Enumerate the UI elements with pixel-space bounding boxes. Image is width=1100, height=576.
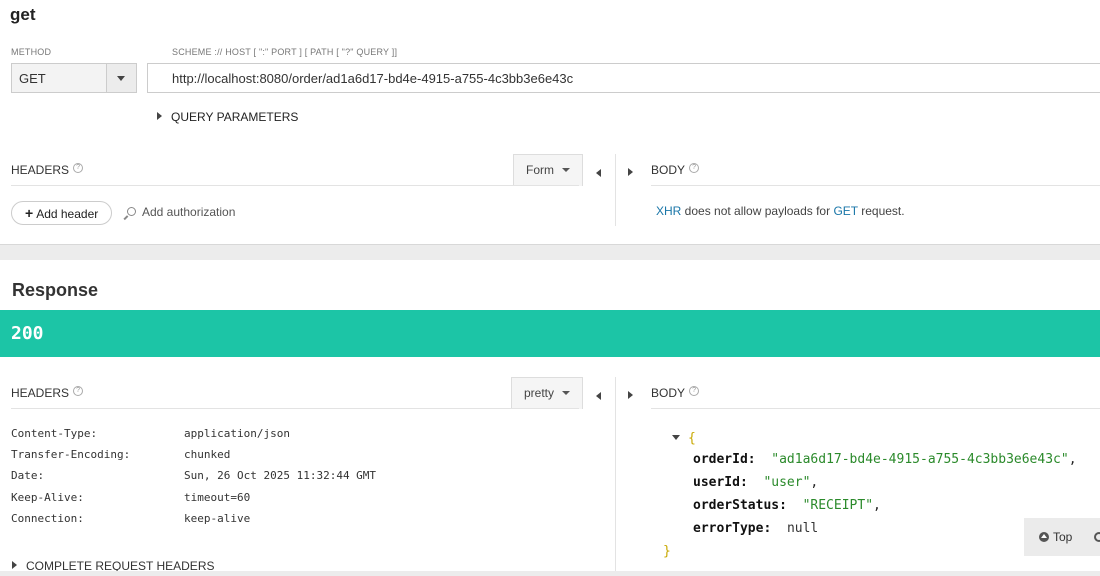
- response-body-title: BODY?: [651, 386, 700, 400]
- chevron-down-icon: [562, 391, 571, 395]
- json-separator: ,: [810, 475, 819, 490]
- json-field: orderStatus: "RECEIPT",: [693, 498, 881, 513]
- query-parameters-label: QUERY PARAMETERS: [171, 110, 299, 124]
- status-bar: 200: [0, 310, 1100, 357]
- method-dropdown-button[interactable]: [106, 64, 136, 92]
- divider: [651, 185, 1100, 186]
- json-separator: ,: [873, 498, 881, 513]
- method-label: METHOD: [11, 47, 52, 57]
- url-format-label: SCHEME :// HOST [ ":" PORT ] [ PATH [ "?…: [172, 47, 398, 57]
- body-note-text: does not allow payloads for: [681, 204, 834, 218]
- json-value: "RECEIPT": [802, 498, 874, 513]
- json-value: "ad1a6d17-bd4e-4915-a755-4c3bb3e6e43c": [771, 452, 1069, 467]
- collapse-left-button[interactable]: [596, 387, 610, 401]
- plus-icon: +: [25, 205, 34, 221]
- json-separator: ,: [1068, 452, 1077, 467]
- expand-right-icon: [628, 391, 633, 399]
- header-name: Transfer-Encoding:: [11, 448, 131, 461]
- header-value: chunked: [184, 448, 231, 461]
- method-select[interactable]: GET: [11, 63, 137, 93]
- header-value: timeout=60: [184, 491, 251, 504]
- add-authorization-link[interactable]: Add authorization: [127, 205, 235, 219]
- method-value: GET: [19, 71, 46, 86]
- request-headers-title: HEADERS?: [11, 163, 84, 177]
- headers-mode-value: Form: [526, 163, 554, 177]
- response-panel: Response 200: [0, 260, 1100, 576]
- url-input[interactable]: [147, 63, 1100, 93]
- top-label: Top: [1053, 530, 1073, 544]
- header-value: Sun, 26 Oct 2025 11:32:44 GMT: [184, 469, 377, 482]
- json-value: "user": [763, 475, 811, 490]
- method-link[interactable]: GET: [833, 204, 857, 218]
- response-headers-title: HEADERS?: [11, 386, 84, 400]
- response-title: Response: [12, 280, 99, 300]
- collapse-left-icon: [596, 392, 601, 400]
- help-icon[interactable]: ?: [689, 386, 700, 396]
- expand-arrow-icon: [12, 561, 17, 569]
- header-name: Connection:: [11, 512, 84, 525]
- help-icon[interactable]: ?: [73, 163, 84, 173]
- key-icon: [127, 207, 136, 216]
- response-headers-label: HEADERS: [11, 386, 70, 400]
- request-title: get: [10, 5, 36, 24]
- expand-right-icon: [628, 168, 633, 176]
- query-parameters-toggle[interactable]: QUERY PARAMETERS: [157, 110, 298, 124]
- response-headers-mode-value: pretty: [524, 386, 555, 400]
- body-note: XHR does not allow payloads for GET requ…: [656, 204, 905, 218]
- request-body-label: BODY: [651, 163, 686, 177]
- request-panel: get METHOD SCHEME :// HOST [ ":" PORT ] …: [0, 0, 1100, 245]
- json-value: null: [786, 521, 819, 536]
- json-close-line: }: [663, 544, 671, 559]
- help-icon[interactable]: ?: [73, 386, 84, 396]
- json-key: orderStatus:: [693, 498, 787, 513]
- header-name: Keep-Alive:: [11, 491, 84, 504]
- bottom-edge: [0, 571, 1100, 576]
- chevron-down-icon: [562, 168, 570, 172]
- add-header-button[interactable]: + Add header: [11, 201, 112, 225]
- help-icon[interactable]: ?: [689, 163, 700, 173]
- expand-right-button[interactable]: [628, 164, 642, 178]
- json-field: errorType: null: [693, 521, 818, 536]
- request-body-title: BODY?: [651, 163, 700, 177]
- expand-arrow-icon: [157, 112, 162, 120]
- request-headers-label: HEADERS: [11, 163, 70, 177]
- collapse-json-icon[interactable]: [672, 435, 680, 440]
- collapse-left-button[interactable]: [596, 164, 610, 178]
- body-note-end: request.: [857, 204, 905, 218]
- response-body-label: BODY: [651, 386, 686, 400]
- panel-divider: [615, 377, 616, 571]
- header-value: application/json: [184, 427, 290, 440]
- collapse-left-icon: [596, 169, 601, 177]
- json-field: orderId: "ad1a6d17-bd4e-4915-a755-4c3bb3…: [693, 452, 1077, 467]
- json-open-line: {: [672, 431, 696, 446]
- json-open-brace: {: [688, 431, 696, 446]
- divider: [11, 408, 579, 409]
- arrow-up-icon: [1039, 532, 1049, 542]
- header-value: keep-alive: [184, 512, 251, 525]
- headers-mode-dropdown[interactable]: Form: [513, 154, 583, 186]
- expand-right-button[interactable]: [628, 387, 642, 401]
- status-code: 200: [11, 323, 44, 344]
- header-name: Content-Type:: [11, 427, 98, 440]
- json-key: errorType:: [693, 521, 772, 536]
- scroll-top-button[interactable]: Top: [1024, 518, 1100, 556]
- header-name: Date:: [11, 469, 45, 482]
- json-key: orderId:: [693, 452, 756, 467]
- response-headers-mode-dropdown[interactable]: pretty: [511, 377, 584, 409]
- chevron-down-icon: [117, 76, 125, 81]
- refresh-icon[interactable]: [1094, 532, 1100, 542]
- add-header-label: Add header: [36, 207, 99, 221]
- add-authorization-label: Add authorization: [142, 205, 236, 219]
- divider: [11, 185, 579, 186]
- json-field: userId: "user",: [693, 475, 818, 490]
- json-key: userId:: [693, 475, 748, 490]
- xhr-link[interactable]: XHR: [656, 204, 681, 218]
- divider: [651, 408, 1100, 409]
- json-close-brace: }: [663, 544, 671, 559]
- panel-divider: [615, 154, 616, 226]
